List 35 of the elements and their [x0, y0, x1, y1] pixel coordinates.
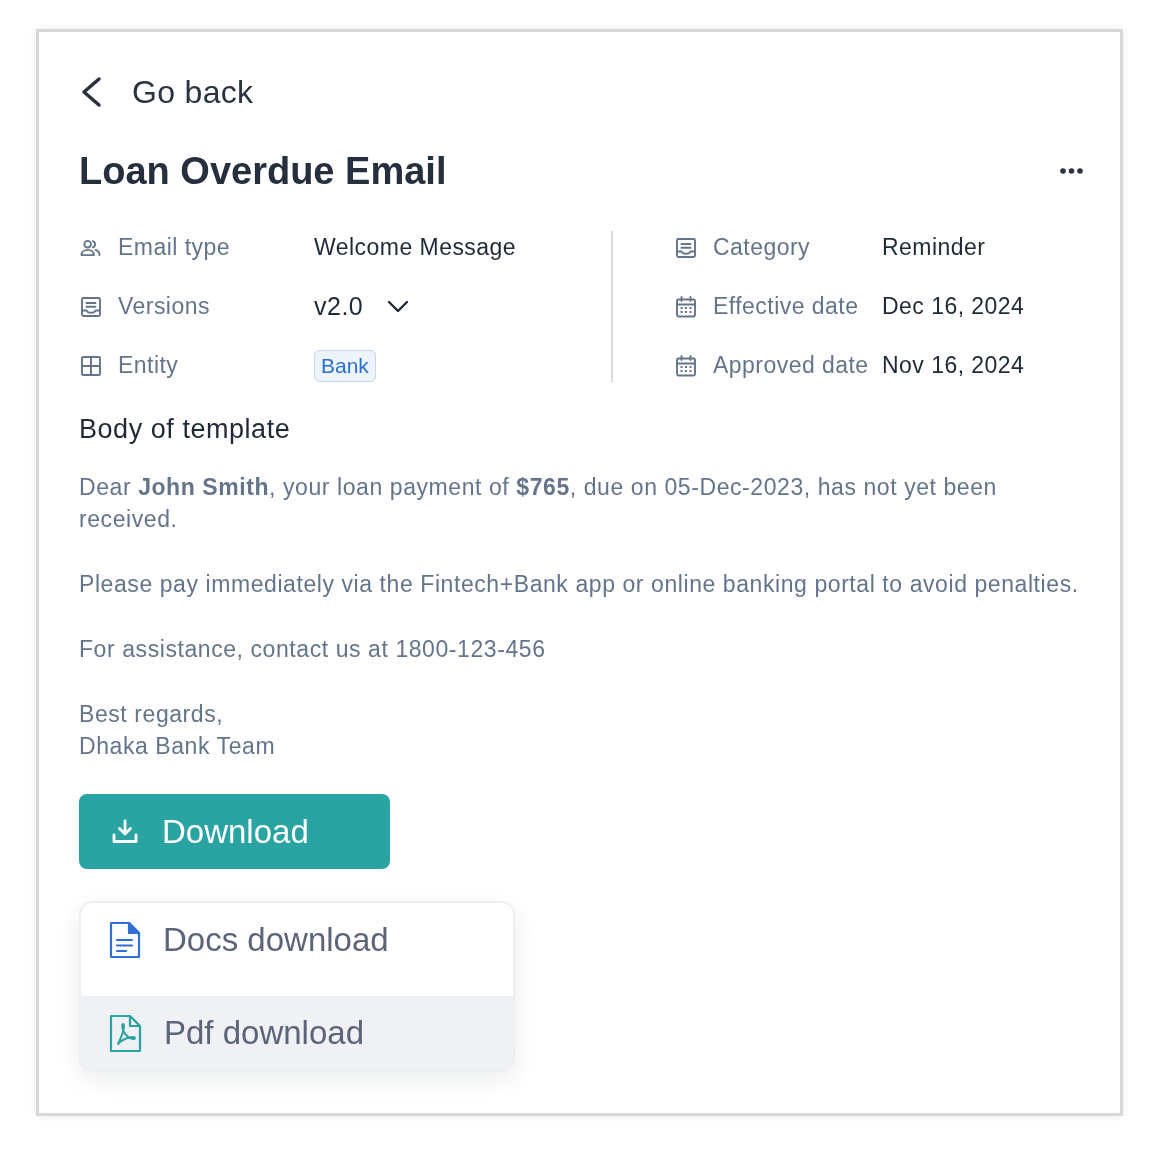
download-menu-item[interactable]: Docs download: [81, 903, 513, 996]
detail-label: Versions: [118, 292, 211, 322]
grid-icon: [80, 354, 102, 377]
chevron-left-icon: [79, 76, 103, 108]
detail-value: Reminder: [882, 233, 986, 263]
calendar-icon: [675, 354, 697, 377]
body-text: For assistance, contact us at 1800-123-456: [79, 635, 547, 664]
chevron-down-icon: [387, 300, 410, 313]
detail-label: Effective date: [713, 292, 860, 322]
download-button[interactable]: Download: [79, 794, 390, 869]
body-text: Best regards,: [79, 700, 225, 729]
detail-value: Nov 16, 2024: [882, 351, 1025, 381]
detail-value: Dec 16, 2024: [882, 292, 1025, 322]
document-icon: [109, 921, 141, 959]
body-text: Please pay immediately via the Fintech+Bank app or online banking portal to avoid penalties.: [79, 570, 1080, 599]
version-select[interactable]: v2.0: [314, 294, 410, 319]
detail-label: Entity: [118, 351, 180, 381]
body-text: Dhaka Bank Team: [79, 732, 277, 761]
pdf-file-icon: [109, 1013, 142, 1053]
entity-badge: Bank: [314, 349, 376, 382]
inbox-icon: [80, 295, 102, 318]
detail-label: Email type: [118, 233, 231, 263]
back-link[interactable]: Go back: [79, 72, 254, 112]
detail-value: Welcome Message: [314, 233, 517, 263]
users-icon: [80, 238, 101, 257]
detail-label: Approved date: [713, 351, 870, 381]
download-menu-item[interactable]: Pdf download: [81, 996, 513, 1070]
calendar-icon: [675, 295, 697, 318]
section-title: Body of template: [79, 413, 291, 445]
more-icon: [1060, 168, 1083, 174]
inbox-icon: [675, 236, 697, 259]
page-title: Loan Overdue Email: [79, 149, 447, 194]
detail-label: Category: [713, 233, 811, 263]
download-icon: [112, 819, 138, 844]
body-text: Dear John Smith, your loan payment of $765, due on 05-Dec-2023, has not yet been received.: [79, 473, 998, 534]
